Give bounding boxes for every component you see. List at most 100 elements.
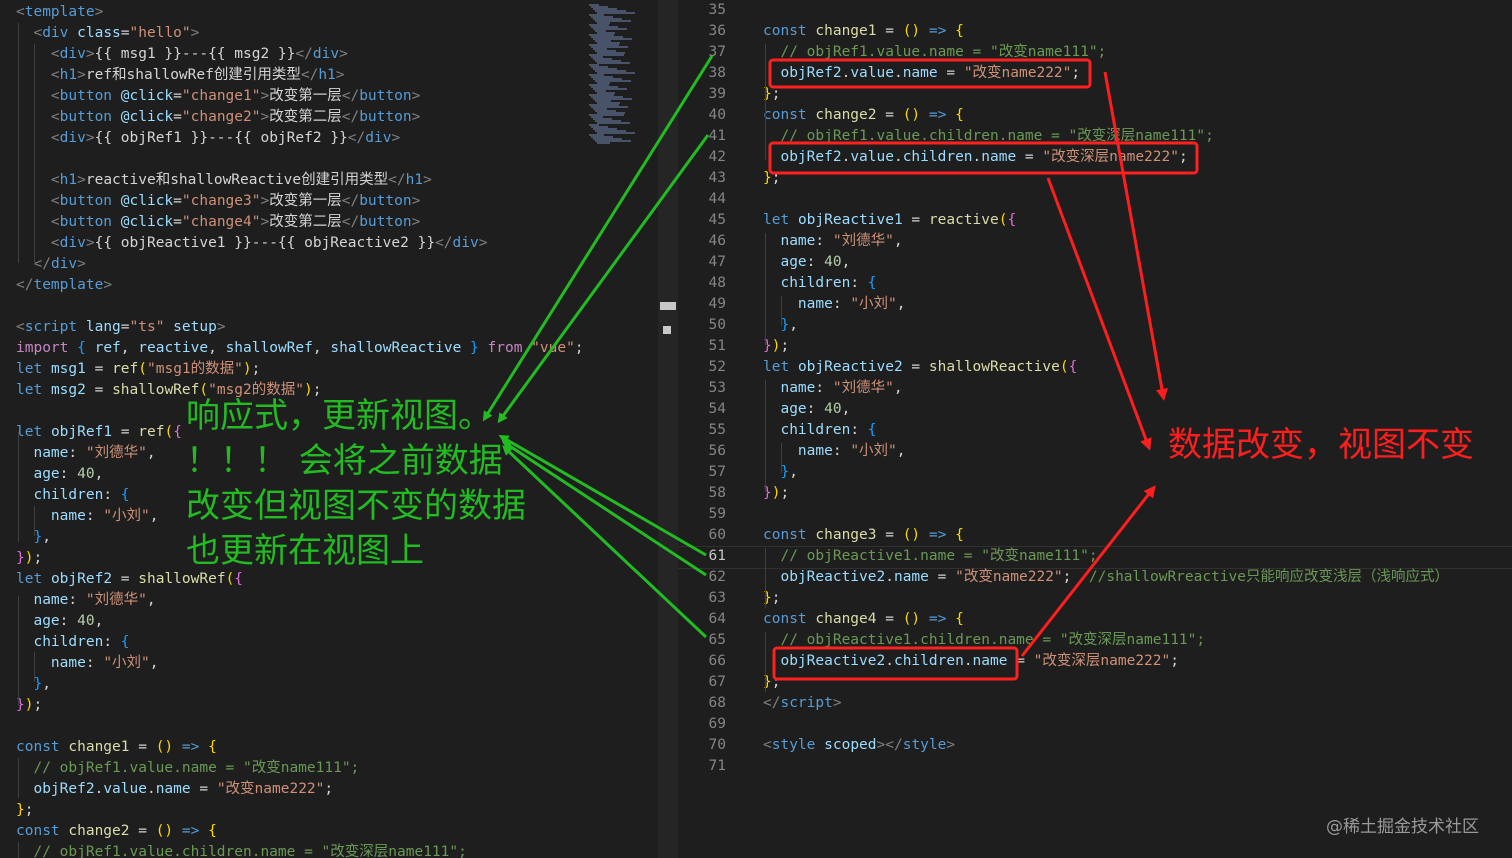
code-token: ; — [771, 86, 781, 102]
code-token: 改变第二层 — [269, 214, 342, 230]
scrollbar-thumb[interactable] — [660, 302, 676, 310]
code-token: > — [85, 130, 95, 146]
code-line[interactable]: // objReactive1.name = "改变name111"; — [763, 546, 1097, 567]
code-line[interactable]: }; — [16, 800, 33, 821]
code-line[interactable]: }); — [763, 483, 789, 504]
code-token: ; — [771, 674, 781, 690]
code-line[interactable]: name: "刘德华", — [16, 443, 155, 464]
code-line[interactable]: <button @click="change1">改变第一层</button> — [16, 86, 420, 107]
line-number: 49 — [708, 296, 726, 312]
line-number: 59 — [708, 506, 726, 522]
code-line[interactable]: age: 40, — [16, 464, 103, 485]
code-token: { — [208, 823, 217, 839]
code-token: scoped — [824, 737, 877, 753]
vertical-scrollbar[interactable] — [658, 0, 678, 858]
red-annotation-text: 数据改变，视图不变 — [1168, 425, 1474, 465]
code-token: : — [832, 296, 851, 312]
code-token: : — [85, 508, 104, 524]
code-line[interactable]: name: "小刘", — [16, 653, 159, 674]
code-line[interactable]: // objRef1.value.children.name = "改变深层na… — [763, 126, 1213, 147]
code-line[interactable]: name: "小刘", — [763, 441, 906, 462]
code-line[interactable]: <template> — [16, 2, 103, 23]
code-line[interactable]: children: { — [16, 485, 129, 506]
code-line[interactable]: let objReactive2 = shallowReactive({ — [763, 357, 1077, 378]
code-token: style — [771, 737, 816, 753]
code-line[interactable]: name: "刘德华", — [763, 378, 902, 399]
code-token: > — [339, 46, 348, 62]
line-number: 44 — [708, 191, 726, 207]
code-line[interactable]: age: 40, — [16, 611, 103, 632]
code-line[interactable]: }); — [16, 695, 42, 716]
code-token: = — [129, 739, 156, 755]
code-line[interactable]: children: { — [763, 273, 876, 294]
code-line[interactable]: // objRef1.value.children.name = "改变深层na… — [16, 842, 466, 858]
code-line[interactable]: name: "小刘", — [763, 294, 906, 315]
code-line[interactable]: // objReactive1.children.name = "改变深层nam… — [763, 630, 1205, 651]
code-token: @click — [120, 193, 174, 209]
code-line[interactable]: <style scoped></style> — [763, 735, 955, 756]
code-token: button — [59, 88, 113, 104]
code-line[interactable]: objReactive2.name = "改变name222"; //shall… — [763, 567, 1449, 588]
code-line[interactable]: <div class="hello"> — [16, 23, 199, 44]
line-number: 47 — [708, 254, 726, 270]
code-line[interactable]: <button @click="change4">改变第二层</button> — [16, 212, 420, 233]
minimap[interactable] — [585, 0, 657, 858]
code-line[interactable]: age: 40, — [763, 252, 850, 273]
code-line[interactable]: <button @click="change3">改变第一层</button> — [16, 191, 420, 212]
code-line[interactable]: </template> — [16, 275, 112, 296]
code-line[interactable]: children: { — [763, 420, 877, 441]
code-line[interactable]: const change2 = () => { — [16, 821, 217, 842]
code-line[interactable]: <h1>ref和shallowRef创建引用类型</h1> — [16, 65, 345, 86]
code-token: { — [867, 422, 877, 438]
code-line[interactable]: name: "刘德华", — [763, 231, 902, 252]
code-line[interactable]: <button @click="change2">改变第二层</button> — [16, 107, 420, 128]
code-line[interactable]: let objRef1 = ref({ — [16, 422, 182, 443]
code-line[interactable]: const change3 = () => { — [763, 525, 964, 546]
code-token: , — [208, 340, 226, 356]
code-line[interactable]: </div> — [16, 254, 85, 275]
code-token: div — [365, 130, 392, 146]
code-line[interactable]: name: "刘德华", — [16, 590, 155, 611]
code-line[interactable]: const change1 = () => { — [16, 737, 217, 758]
code-token: "vue" — [531, 340, 575, 356]
code-line[interactable]: const change1 = () => { — [763, 21, 964, 42]
code-line[interactable]: <div>{{ objReactive1 }}---{{ objReactive… — [16, 233, 488, 254]
code-line[interactable]: }); — [763, 336, 789, 357]
code-line[interactable]: objReactive2.children.name = "改变深层name22… — [763, 651, 1179, 672]
code-line[interactable]: let msg1 = ref("msg1的数据"); — [16, 359, 260, 380]
code-line[interactable]: let objReactive1 = reactive({ — [763, 210, 1016, 231]
code-token: {{ objReactive1 }}---{{ objReactive2 }} — [94, 235, 436, 251]
code-line[interactable]: import { ref, reactive, shallowRef, shal… — [16, 338, 580, 359]
code-line[interactable]: <div>{{ msg1 }}---{{ msg2 }}</div> — [16, 44, 348, 65]
code-line[interactable]: <h1>reactive和shallowReactive创建引用类型</h1> — [16, 170, 432, 191]
code-line[interactable]: const change4 = () => { — [763, 609, 964, 630]
code-line[interactable]: }); — [16, 548, 42, 569]
code-token: => — [181, 823, 200, 839]
code-line[interactable]: name: "小刘", — [16, 506, 159, 527]
code-token: const — [763, 23, 807, 39]
code-token: @click — [120, 214, 174, 230]
code-token: script — [24, 319, 78, 335]
code-token: > — [85, 46, 95, 62]
code-token: h1 — [318, 67, 336, 83]
code-line[interactable]: <script lang="ts" setup> — [16, 317, 226, 338]
code-token: reactive — [928, 212, 999, 228]
code-token: @click — [120, 109, 174, 125]
code-line[interactable]: }; — [763, 168, 780, 189]
code-line[interactable]: age: 40, — [763, 399, 850, 420]
code-line[interactable]: children: { — [16, 632, 129, 653]
code-line[interactable]: // objRef1.value.name = "改变name111"; — [16, 758, 359, 779]
code-line[interactable]: objRef2.value.name = "改变name222"; — [763, 63, 1080, 84]
code-line[interactable]: </script> — [763, 693, 842, 714]
code-line[interactable]: objRef2.value.name = "改变name222"; — [16, 779, 333, 800]
code-token: > — [946, 737, 956, 753]
code-line[interactable]: // objRef1.value.name = "改变name111"; — [763, 42, 1106, 63]
green-annotation-text: 响应式，更新视图。 ！！！ 会将之前数据 改变但视图不变的数据 也更新在视图上 — [186, 396, 526, 571]
code-line[interactable]: const change2 = () => { — [763, 105, 964, 126]
code-line[interactable]: objRef2.value.children.name = "改变深层name2… — [763, 147, 1187, 168]
code-token: = — [1016, 149, 1043, 165]
code-line[interactable]: <div>{{ objRef1 }}---{{ objRef2 }}</div> — [16, 128, 400, 149]
